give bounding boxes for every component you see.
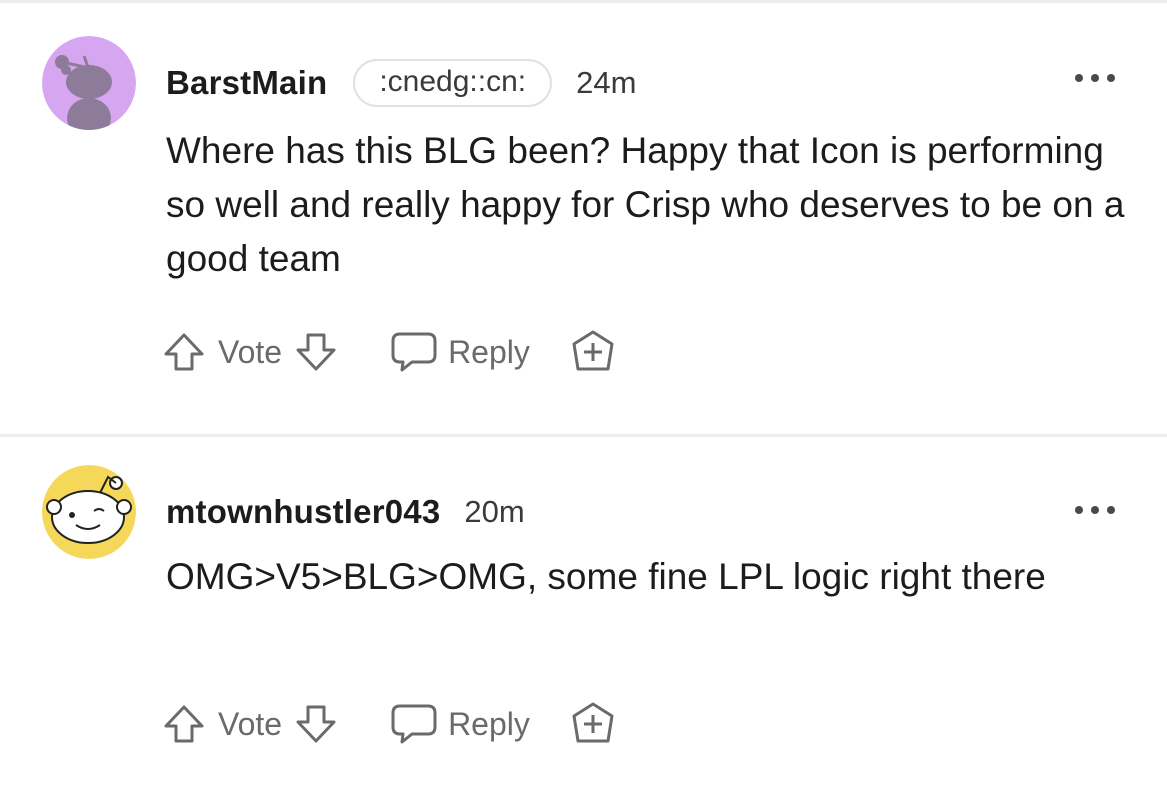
- comment: mtownhustler043 20m OMG>V5>BLG>OMG, some…: [0, 437, 1167, 799]
- avatar[interactable]: [42, 465, 136, 559]
- comment-meta: mtownhustler043 20m: [166, 484, 525, 540]
- reply-button[interactable]: Reply: [390, 703, 530, 745]
- reply-button[interactable]: Reply: [390, 331, 530, 373]
- ellipsis-icon: [1075, 506, 1083, 514]
- vote-label: Vote: [218, 705, 283, 742]
- user-flair: :cnedg::cn:: [353, 59, 553, 107]
- ellipsis-icon: [1075, 74, 1083, 82]
- vote-label: Vote: [218, 333, 283, 370]
- reply-label: Reply: [448, 705, 530, 742]
- arrow-down-outline-icon: [296, 333, 336, 371]
- arrow-up-outline-icon: [164, 705, 204, 743]
- upvote-button[interactable]: [162, 702, 206, 746]
- award-plus-icon: [572, 702, 614, 743]
- downvote-button[interactable]: [294, 702, 338, 746]
- reply-label: Reply: [448, 333, 530, 370]
- snoo-avatar-icon: [42, 465, 136, 559]
- arrow-down-outline-icon: [296, 705, 336, 743]
- arrow-up-outline-icon: [164, 333, 204, 371]
- award-button[interactable]: [570, 701, 616, 747]
- comment-actions: Vote Reply: [162, 322, 616, 382]
- ellipsis-icon: [1107, 506, 1115, 514]
- award-plus-icon: [572, 330, 614, 371]
- comment: BarstMain :cnedg::cn: 24m Where has this…: [0, 0, 1167, 434]
- comment-actions: Vote Reply: [162, 694, 616, 754]
- avatar[interactable]: [42, 36, 136, 130]
- downvote-button[interactable]: [294, 330, 338, 374]
- upvote-button[interactable]: [162, 330, 206, 374]
- username[interactable]: mtownhustler043: [166, 493, 440, 531]
- ellipsis-icon: [1091, 74, 1099, 82]
- comment-meta: BarstMain :cnedg::cn: 24m: [166, 55, 636, 111]
- speech-bubble-icon: [390, 331, 438, 373]
- timestamp: 24m: [576, 65, 637, 100]
- username[interactable]: BarstMain: [166, 64, 327, 102]
- award-button[interactable]: [570, 329, 616, 375]
- timestamp: 20m: [464, 494, 525, 529]
- more-options-button[interactable]: [1075, 72, 1115, 84]
- snoo-avatar-icon: [42, 36, 136, 130]
- ellipsis-icon: [1091, 506, 1099, 514]
- comment-body: Where has this BLG been? Happy that Icon…: [166, 130, 1125, 279]
- more-options-button[interactable]: [1075, 504, 1115, 516]
- comment-body: OMG>V5>BLG>OMG, some fine LPL logic righ…: [166, 556, 1046, 597]
- speech-bubble-icon: [390, 703, 438, 745]
- ellipsis-icon: [1107, 74, 1115, 82]
